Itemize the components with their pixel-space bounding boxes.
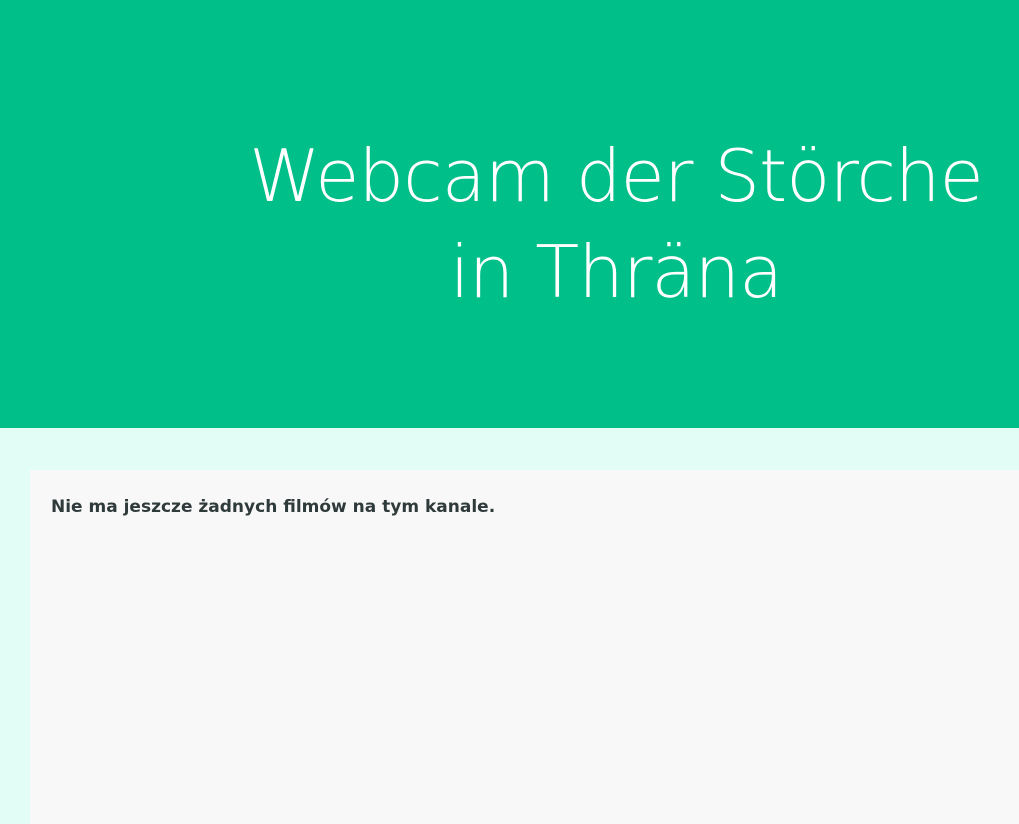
page-title-line-2: in Thräna [449, 230, 784, 314]
page-title-line-1: Webcam der Störche [249, 134, 984, 218]
page-title: Webcam der Störche in Thräna [230, 128, 1002, 320]
video-list-panel: Nie ma jeszcze żadnych filmów na tym kan… [30, 470, 1019, 824]
channel-header: Webcam der Störche in Thräna [0, 0, 1019, 428]
empty-videos-message: Nie ma jeszcze żadnych filmów na tym kan… [51, 497, 496, 517]
